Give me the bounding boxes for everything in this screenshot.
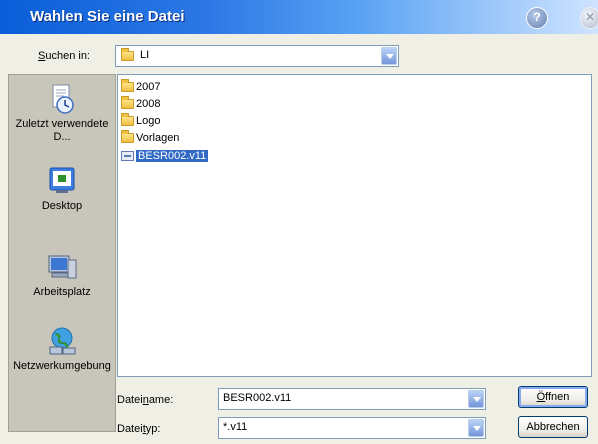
file-icon bbox=[121, 151, 134, 162]
folder-icon bbox=[121, 96, 134, 110]
place-my-computer[interactable]: Arbeitsplatz bbox=[9, 251, 115, 299]
help-icon: ? bbox=[533, 10, 541, 24]
chevron-down-icon[interactable] bbox=[381, 47, 397, 65]
open-button[interactable]: Öffnen bbox=[518, 386, 588, 408]
filename-combo[interactable]: BESR002.v11 bbox=[218, 388, 486, 410]
filetype-label: Dateityp: bbox=[117, 423, 161, 435]
recent-documents-icon bbox=[46, 83, 78, 115]
place-label: Arbeitsplatz bbox=[33, 286, 91, 298]
title-bar[interactable]: Wahlen Sie eine Datei ? ✕ bbox=[0, 0, 598, 34]
place-label: Zuletzt verwendete D... bbox=[15, 118, 109, 143]
desktop-icon bbox=[46, 165, 78, 197]
place-network[interactable]: Netzwerkumgebung bbox=[9, 325, 115, 373]
chevron-down-icon[interactable] bbox=[468, 419, 484, 437]
lookin-combo[interactable]: LI bbox=[115, 45, 399, 67]
filetype-combo[interactable]: *.v11 bbox=[218, 417, 486, 439]
list-item[interactable]: 2007 bbox=[121, 79, 160, 95]
help-button[interactable]: ? bbox=[526, 7, 548, 29]
file-list[interactable]: 2007 2008 Logo Vorlagen BESR002.v11 bbox=[117, 74, 592, 377]
chevron-down-icon[interactable] bbox=[468, 390, 484, 408]
dialog-body: Suchen in: LI Zuletzt verwendete D... De… bbox=[0, 34, 598, 444]
list-item[interactable]: 2008 bbox=[121, 96, 160, 112]
lookin-label: Suchen in: bbox=[38, 50, 90, 62]
close-icon: ✕ bbox=[584, 10, 596, 24]
folder-open-icon bbox=[121, 48, 134, 61]
place-label: Desktop bbox=[41, 200, 83, 212]
folder-icon bbox=[121, 113, 134, 127]
my-computer-icon bbox=[46, 251, 78, 283]
list-item[interactable]: Vorlagen bbox=[121, 130, 179, 146]
filetype-value: *.v11 bbox=[223, 421, 248, 433]
window-title: Wahlen Sie eine Datei bbox=[30, 8, 185, 25]
place-label: Netzwerkumgebung bbox=[13, 360, 111, 372]
close-button[interactable]: ✕ bbox=[580, 7, 598, 29]
cancel-button[interactable]: Abbrechen bbox=[518, 416, 588, 438]
place-recent[interactable]: Zuletzt verwendete D... bbox=[9, 83, 115, 144]
folder-icon bbox=[121, 130, 134, 144]
places-bar: Zuletzt verwendete D... Desktop Arbeitsp… bbox=[8, 74, 116, 432]
network-places-icon bbox=[46, 325, 78, 357]
list-item-selected[interactable]: BESR002.v11 bbox=[121, 148, 209, 164]
filename-label: Dateiname: bbox=[117, 394, 174, 406]
folder-icon bbox=[121, 79, 134, 93]
place-desktop[interactable]: Desktop bbox=[9, 165, 115, 213]
filename-input[interactable]: BESR002.v11 bbox=[223, 392, 291, 404]
lookin-value: LI bbox=[140, 49, 150, 61]
list-item[interactable]: Logo bbox=[121, 113, 160, 129]
